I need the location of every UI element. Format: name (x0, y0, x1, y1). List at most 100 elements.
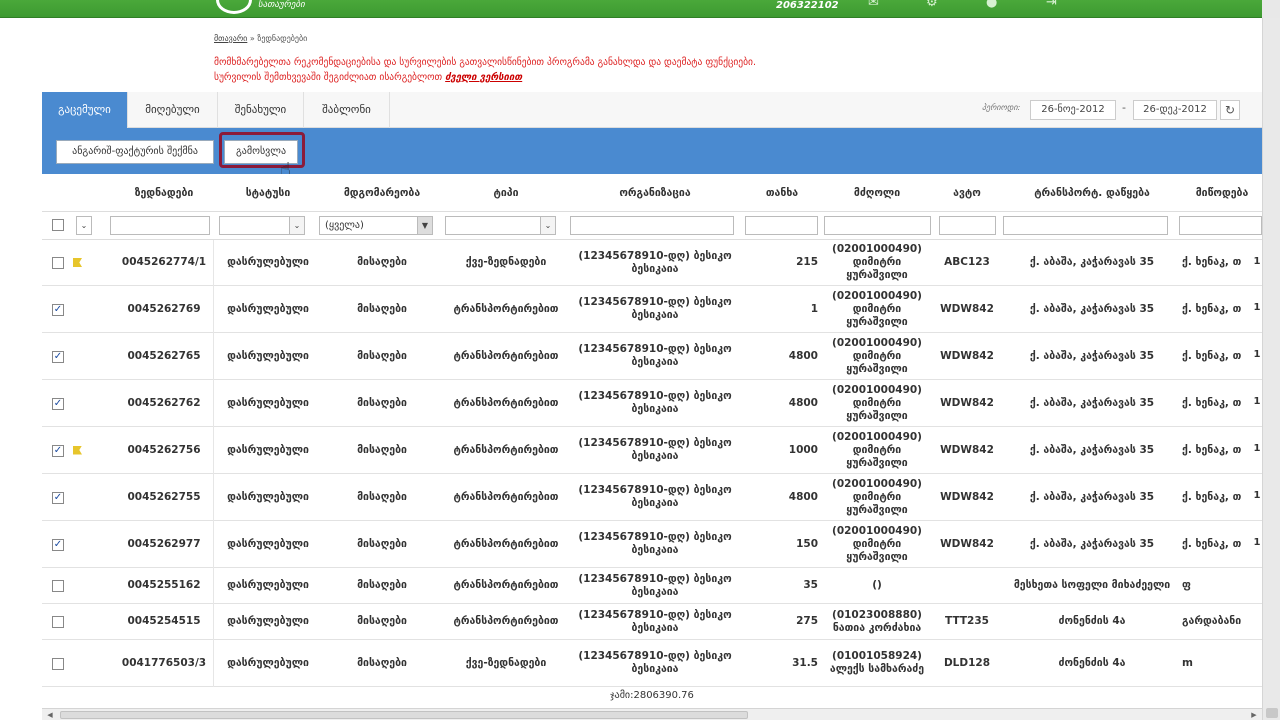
cell-type: ქვე-ზედნადები (465, 656, 547, 669)
update-notice: მომხმარებელთა რეკომენდაციებისა და სურვილ… (214, 55, 756, 85)
table-row[interactable]: 0045255162 დასრულებული მისაღები ტრანსპორტირ… (42, 568, 1262, 604)
cell-driver: (02001000490) დიმიტრი ყურაშვილი (832, 289, 922, 328)
logout-icon[interactable]: ⇥ (1046, 0, 1064, 10)
cell-org: (12345678910-დღ) ბესიკო ბესიკაია (578, 531, 732, 556)
select-all-checkbox[interactable] (52, 219, 64, 231)
scroll-left-arrow[interactable]: ◀ (44, 709, 56, 720)
cell-id: 0041776503/3 (121, 656, 207, 669)
cell-state: მისაღები (357, 443, 407, 456)
cell-type: ტრანსპორტირებით (453, 302, 559, 315)
row-checkbox[interactable]: ✓ (52, 303, 64, 316)
cell-type: ტრანსპორტირებით (453, 490, 559, 503)
filter-waybill-input[interactable] (110, 216, 210, 235)
vertical-scroll-thumb[interactable] (1266, 708, 1278, 718)
table-row[interactable]: ✓ 0045262765 დასრულებული მისაღები ტრანსპორტი… (42, 333, 1262, 380)
filter-car-input[interactable] (939, 216, 996, 235)
cell-status: დასრულებული (227, 349, 309, 362)
cell-type: ტრანსპორტირებით (453, 443, 559, 456)
cell-state: მისაღები (357, 656, 407, 669)
col-driver[interactable]: მძღოლი (822, 174, 932, 212)
filter-delivery-input[interactable] (1179, 216, 1262, 235)
gear-icon[interactable]: ⚙ (926, 0, 944, 10)
select-menu-dropdown[interactable]: ⌄ (76, 216, 92, 235)
cell-car: WDW842 (940, 396, 994, 409)
vertical-scrollbar[interactable] (1262, 18, 1280, 720)
cell-status: დასრულებული (227, 579, 309, 591)
col-organization[interactable]: ორგანიზაცია (568, 174, 742, 212)
filter-amount-input[interactable] (745, 216, 818, 235)
filter-type-select[interactable]: ⌄ (445, 216, 556, 235)
create-invoice-button[interactable]: ანგარიშ-ფაქტურის შექმნა (56, 140, 214, 164)
row-checkbox[interactable]: ✓ (52, 538, 64, 551)
logo-icon[interactable] (216, 0, 252, 14)
cell-org: (12345678910-დღ) ბესიკო ბესიკაია (578, 608, 732, 634)
messages-icon[interactable]: ✉ (868, 0, 886, 10)
cell-status: დასრულებული (227, 256, 309, 268)
cell-state: მისაღები (357, 615, 407, 627)
filter-transport-start-input[interactable] (1003, 216, 1168, 235)
chevron-down-icon: ⌄ (540, 217, 555, 234)
table-row[interactable]: ✓ 0045262977 დასრულებული მისაღები ტრანსპორტი… (42, 521, 1262, 568)
table-row[interactable]: 0045254515 დასრულებული მისაღები ტრანსპორტირ… (42, 604, 1262, 640)
horizontal-scroll-thumb[interactable] (60, 711, 748, 719)
row-checkbox[interactable]: ✓ (52, 350, 64, 363)
row-checkbox[interactable] (52, 257, 64, 269)
cell-state: მისაღები (357, 256, 407, 268)
table-row[interactable]: 0041776503/3 დასრულებული მისაღები ქვე-ზედნა… (42, 640, 1262, 687)
tab-template[interactable]: შაბლონი (304, 92, 390, 128)
refresh-icon[interactable]: ↻ (1220, 100, 1240, 120)
row-checkbox[interactable]: ✓ (52, 491, 64, 504)
col-state[interactable]: მდგომარეობა (320, 174, 444, 212)
cell-delivery: ქ. ხენაკ, თ (1182, 349, 1242, 362)
cell-type: ტრანსპორტირებით (453, 349, 559, 362)
filter-organization-input[interactable] (570, 216, 734, 235)
cell-delivery: m (1182, 656, 1193, 669)
cell-amount: 4800 (788, 490, 818, 503)
old-version-link[interactable]: ძველი ვერსიით (445, 72, 522, 83)
row-checkbox[interactable] (52, 580, 64, 592)
table-row[interactable]: 0045262774/1 დასრულებული მისაღები ქვე-ზედნა… (42, 240, 1262, 286)
cell-id: 0045262756 (127, 443, 201, 456)
filter-state-select[interactable]: (ყველა) ▼ (319, 216, 433, 235)
cell-driver: (02001000490) დიმიტრი ყურაშვილი (832, 477, 922, 516)
horizontal-scrollbar[interactable]: ◀ ▶ (42, 708, 1262, 720)
table-row[interactable]: ✓ 0045262762 დასრულებული მისაღები ტრანსპორტი… (42, 380, 1262, 427)
col-waybill[interactable]: ზედნადები (112, 174, 216, 212)
col-status[interactable]: სტატუსი (216, 174, 320, 212)
col-amount[interactable]: თანხა (742, 174, 822, 212)
tab-received[interactable]: მიღებული (128, 92, 218, 128)
cell-status: დასრულებული (227, 615, 309, 627)
row-checkbox[interactable] (52, 616, 64, 628)
date-from-input[interactable]: 26-ნოე-2012 (1030, 100, 1116, 120)
date-separator: - (1122, 101, 1126, 114)
flag-icon[interactable] (73, 445, 82, 455)
cell-car (932, 568, 1002, 603)
table-row[interactable]: ✓ 0045262755 დასრულებული მისაღები ტრანსპორტი… (42, 474, 1262, 521)
breadcrumb-current: ზედნადებები (257, 34, 308, 43)
table-row[interactable]: ✓ 0045262756 დასრულებული მისაღები ტრანსპორტი… (42, 427, 1262, 474)
flag-icon[interactable] (73, 258, 82, 267)
tab-saved[interactable]: შენახული (218, 92, 304, 128)
filter-driver-input[interactable] (824, 216, 931, 235)
scrollbar-up-arrow[interactable] (1262, 0, 1280, 18)
col-car[interactable]: ავტო (932, 174, 1002, 212)
table-row[interactable]: ✓ 0045262769 დასრულებული მისაღები ტრანსპორტი… (42, 286, 1262, 333)
main-page: მთავარი » ზედნადებები მომხმარებელთა რეკო… (0, 18, 1262, 720)
breadcrumb-separator: » (247, 34, 258, 43)
col-transport-start[interactable]: ტრანსპორტ. დაწყება (1002, 174, 1182, 212)
tab-issued[interactable]: გაცემული (42, 92, 128, 128)
col-delivery[interactable]: მიწოდება (1182, 174, 1262, 212)
cell-state: მისაღები (357, 302, 407, 315)
cell-delivery-extra: 1 (1253, 301, 1261, 313)
breadcrumb-home-link[interactable]: მთავარი (214, 34, 247, 43)
col-type[interactable]: ტიპი (444, 174, 568, 212)
scroll-right-arrow[interactable]: ▶ (1248, 709, 1260, 720)
date-to-input[interactable]: 26-დეკ-2012 (1133, 100, 1217, 120)
row-checkbox[interactable] (52, 657, 64, 670)
row-checkbox[interactable]: ✓ (52, 444, 64, 457)
cell-status: დასრულებული (227, 490, 309, 503)
help-icon[interactable]: ● (986, 0, 1004, 10)
filter-status-select[interactable]: ⌄ (219, 216, 305, 235)
row-checkbox[interactable]: ✓ (52, 397, 64, 410)
cell-delivery-extra: 1 (1253, 489, 1261, 501)
